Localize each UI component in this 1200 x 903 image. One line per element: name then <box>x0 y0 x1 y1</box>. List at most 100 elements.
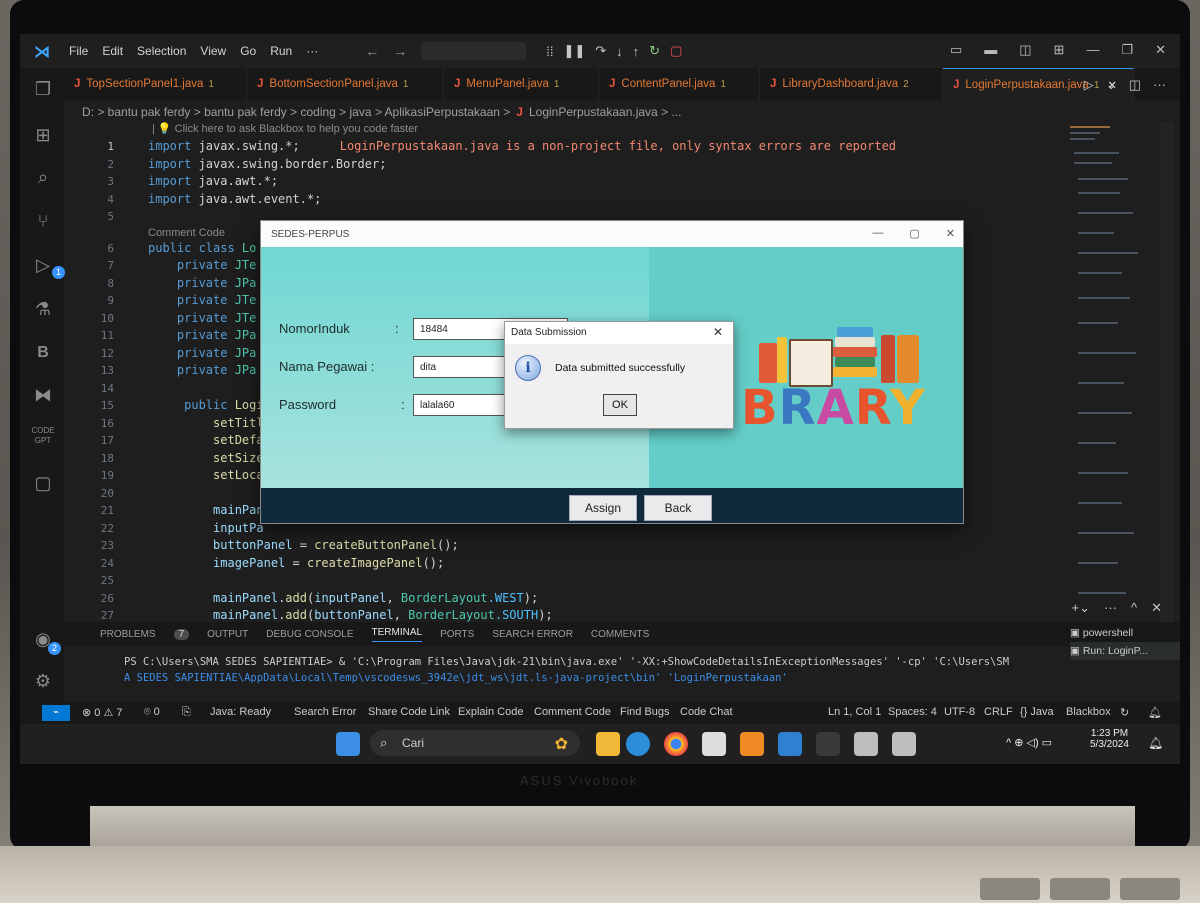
menu-more[interactable]: ··· <box>299 44 325 58</box>
java-status[interactable]: Java: Ready <box>210 706 271 718</box>
codegpt-icon[interactable]: CODE GPT <box>30 426 56 452</box>
drag-handle-icon[interactable]: ⁞⁞ <box>546 44 553 59</box>
chrome-icon[interactable] <box>664 732 688 756</box>
java-app-taskbar-icon[interactable] <box>854 732 878 756</box>
chat-icon[interactable]: ▢ <box>30 470 56 496</box>
tab-bottomsectionpanel[interactable]: J BottomSectionPanel.java 1 <box>247 68 444 100</box>
search-icon[interactable]: ⌕ <box>30 164 56 190</box>
menu-selection[interactable]: Selection <box>130 44 193 58</box>
edge-icon[interactable] <box>626 732 650 756</box>
file-explorer-icon[interactable] <box>596 732 620 756</box>
share-code-link[interactable]: Share Code Link <box>368 706 450 718</box>
step-over-icon[interactable]: ↷ <box>595 43 606 59</box>
store-icon[interactable] <box>702 732 726 756</box>
customize-layout-icon[interactable]: ⊞ <box>1054 42 1065 58</box>
tab-output[interactable]: OUTPUT <box>207 629 248 640</box>
menu-view[interactable]: View <box>193 44 233 58</box>
tab-debug-console[interactable]: DEBUG CONSOLE <box>266 629 353 640</box>
app-minimize-icon[interactable]: — <box>872 227 883 240</box>
explorer-icon[interactable]: ❐ <box>30 76 56 102</box>
menu-edit[interactable]: Edit <box>95 44 130 58</box>
app-close-icon[interactable]: ✕ <box>946 227 955 240</box>
search-error-status[interactable]: Search Error <box>294 706 356 718</box>
blackbox-status[interactable]: Blackbox <box>1066 706 1111 718</box>
restart-icon[interactable]: ↻ <box>649 43 660 59</box>
stop-icon[interactable]: ▢ <box>670 43 682 59</box>
command-center[interactable] <box>421 42 527 60</box>
terminal-item-run[interactable]: ▣ Run: LoginP... <box>1070 642 1180 660</box>
more-actions-icon[interactable]: ··· <box>1153 77 1166 93</box>
app-maximize-icon[interactable]: ▢ <box>909 227 919 240</box>
run-dropdown-icon[interactable]: ⌄ <box>1106 77 1117 93</box>
tab-contentpanel[interactable]: J ContentPanel.java 1 <box>599 68 760 100</box>
tab-librarydashboard[interactable]: J LibraryDashboard.java 2 <box>760 68 943 100</box>
system-tray-icons[interactable]: ^ ⊕ ◁) ▭ <box>1006 736 1052 749</box>
layout-icon[interactable]: ▭ <box>950 42 962 58</box>
comment-code[interactable]: Comment Code <box>534 706 611 718</box>
notifications-icon[interactable]: ⎘ <box>182 706 191 719</box>
assign-button[interactable]: Assign <box>569 495 637 521</box>
taskbar-search[interactable]: ⌕ Cari ✿ <box>370 730 580 756</box>
tab-menupanel[interactable]: J MenuPanel.java 1 <box>444 68 599 100</box>
minimize-icon[interactable]: — <box>1086 42 1099 58</box>
blackbox-hint[interactable]: | 💡 Click here to ask Blackbox to help y… <box>152 122 418 135</box>
remote-indicator-icon[interactable]: ⌁ <box>42 705 70 721</box>
minimap[interactable] <box>1070 122 1150 622</box>
blackbox-icon[interactable]: B <box>30 340 56 366</box>
ok-button[interactable]: OK <box>603 394 637 416</box>
settings-gear-icon[interactable]: ⚙ <box>30 668 56 694</box>
panel-toggle-icon[interactable]: ▬ <box>984 42 997 58</box>
terminal-item-powershell[interactable]: ▣ powershell <box>1070 624 1180 642</box>
breadcrumb-path[interactable]: D: > bantu pak ferdy > bantu pak ferdy >… <box>82 105 510 119</box>
find-bugs[interactable]: Find Bugs <box>620 706 670 718</box>
new-terminal-icon[interactable]: +⌄ <box>1072 600 1090 616</box>
terminal-taskbar-icon[interactable] <box>816 732 840 756</box>
close-panel-icon[interactable]: ✕ <box>1151 600 1162 616</box>
problems-status[interactable]: ⊗ 0 ⚠ 7 <box>82 706 122 719</box>
breadcrumb-file[interactable]: LoginPerpustakaan.java > ... <box>529 105 681 119</box>
dialog-close-icon[interactable]: ✕ <box>713 325 723 339</box>
back-arrow-icon[interactable]: ← <box>365 43 379 59</box>
editor-scrollbar[interactable] <box>1160 122 1174 622</box>
more-icon[interactable]: ··· <box>1104 600 1117 616</box>
vscode-taskbar-icon[interactable] <box>778 732 802 756</box>
source-control-icon[interactable]: ⑂ <box>30 208 56 234</box>
taskbar-clock[interactable]: 1:23 PM 5/3/2024 <box>1090 728 1129 750</box>
pause-icon[interactable]: ❚❚ <box>563 43 585 59</box>
sublime-icon[interactable] <box>740 732 764 756</box>
code-chat[interactable]: Code Chat <box>680 706 733 718</box>
ports-status[interactable]: ⌾ 0 <box>144 706 160 719</box>
java-app-taskbar-icon-2[interactable] <box>892 732 916 756</box>
step-out-icon[interactable]: ↑ <box>633 44 640 59</box>
bell-icon[interactable]: 🔔︎ <box>1148 706 1162 719</box>
maximize-panel-icon[interactable]: ^ <box>1131 600 1137 616</box>
tab-search-error[interactable]: SEARCH ERROR <box>492 629 573 640</box>
restore-icon[interactable]: ❐ <box>1121 42 1133 58</box>
tab-problems[interactable]: PROBLEMS 7 <box>82 628 190 640</box>
windows-start-icon[interactable] <box>336 732 360 756</box>
terminal-output[interactable]: PS C:\Users\SMA SEDES SAPIENTIAE> & 'C:\… <box>64 646 1064 686</box>
testing-flask-icon[interactable]: ⚗ <box>30 296 56 322</box>
sidebar-toggle-icon[interactable]: ◫ <box>1019 42 1031 58</box>
line-ending[interactable]: CRLF <box>984 706 1013 718</box>
tab-ports[interactable]: PORTS <box>440 629 474 640</box>
language-mode[interactable]: {} Java <box>1020 706 1054 718</box>
tab-comments[interactable]: COMMENTS <box>591 629 649 640</box>
split-editor-icon[interactable]: ◫ <box>1129 77 1141 93</box>
sync-icon[interactable]: ↻ <box>1120 706 1129 719</box>
tab-terminal[interactable]: TERMINAL <box>371 627 423 642</box>
tab-topsectionpanel1[interactable]: J TopSectionPanel1.java 1 <box>64 68 247 100</box>
back-button[interactable]: Back <box>644 495 712 521</box>
encoding[interactable]: UTF-8 <box>944 706 975 718</box>
run-icon[interactable]: ▷ <box>1084 77 1094 93</box>
cursor-position[interactable]: Ln 1, Col 1 <box>828 706 881 718</box>
step-into-icon[interactable]: ↓ <box>616 44 623 59</box>
close-icon[interactable]: ✕ <box>1155 42 1166 58</box>
menu-go[interactable]: Go <box>233 44 263 58</box>
menu-file[interactable]: File <box>62 44 95 58</box>
python-icon[interactable]: ⧓ <box>30 382 56 408</box>
notification-bell-icon[interactable]: 🔔︎ <box>1148 736 1163 750</box>
forward-arrow-icon[interactable]: → <box>393 43 407 59</box>
menu-run[interactable]: Run <box>263 44 299 58</box>
extensions-grid-icon[interactable]: ⊞ <box>30 122 56 148</box>
